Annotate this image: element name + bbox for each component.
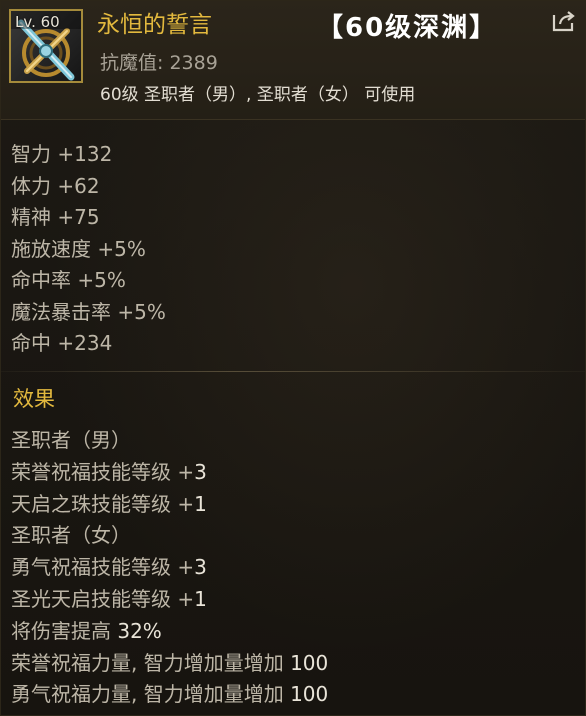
item-header: Lv. 60 永恒的誓言 【60级深渊】 抗魔值: 2389 60级 圣职者（男… bbox=[1, 1, 585, 120]
item-tooltip: Lv. 60 永恒的誓言 【60级深渊】 抗魔值: 2389 60级 圣职者（男… bbox=[0, 0, 586, 716]
effect-row: 圣职者（男） bbox=[11, 425, 328, 457]
item-icon-slot[interactable]: Lv. 60 bbox=[9, 9, 83, 83]
section-divider bbox=[1, 371, 585, 372]
effect-section-title: 效果 bbox=[13, 387, 55, 411]
item-name: 永恒的誓言 bbox=[97, 12, 212, 38]
stat-row: 命中 +234 bbox=[11, 331, 113, 355]
effect-label: 勇气祝福技能等级 + bbox=[11, 555, 195, 580]
effect-row: 勇气祝福力量, 智力增加量增加 100 bbox=[11, 679, 328, 711]
stat-row: 体力 +62 bbox=[11, 173, 100, 198]
effect-row: 天启之珠技能等级 +1 bbox=[11, 489, 328, 521]
effect-label: 圣职者（女） bbox=[11, 523, 131, 548]
resist-value: 抗魔值: 2389 bbox=[100, 52, 218, 74]
effect-row: 将伤害提高 32% bbox=[11, 616, 328, 648]
level-tag: 【60级深渊】 bbox=[317, 13, 498, 43]
stat-row: 精神 +75 bbox=[11, 205, 100, 229]
stat-row: 施放速度 +5% bbox=[11, 236, 146, 261]
effect-label: 荣誉祝福力量, 智力增加量增加 bbox=[11, 650, 291, 675]
effect-row: 荣誉祝福力量, 智力增加量增加 100 bbox=[11, 648, 328, 680]
stat-row: 魔法暴击率 +5% bbox=[11, 299, 166, 324]
effect-label: 圣光天启技能等级 + bbox=[11, 586, 195, 611]
effect-value: 100 bbox=[290, 650, 329, 675]
item-level-label: Lv. 60 bbox=[15, 13, 60, 31]
effect-value: 100 bbox=[290, 682, 329, 707]
effect-list: 圣职者（男） 荣誉祝福技能等级 +3 天启之珠技能等级 +1 圣职者（女） 勇气… bbox=[11, 425, 328, 711]
effect-label: 将伤害提高 bbox=[11, 618, 118, 643]
effect-row: 勇气祝福技能等级 +3 bbox=[11, 552, 328, 584]
effect-row: 圣职者（女） bbox=[11, 520, 328, 552]
share-icon[interactable] bbox=[551, 9, 577, 33]
effect-value: 32% bbox=[117, 618, 162, 643]
effect-label: 天启之珠技能等级 + bbox=[11, 491, 195, 516]
effect-value: 1 bbox=[194, 586, 207, 611]
effect-value: 3 bbox=[194, 459, 207, 484]
effect-value: 3 bbox=[194, 555, 207, 580]
effect-value: 1 bbox=[194, 491, 207, 516]
usable-classes: 60级 圣职者（男）, 圣职者（女） 可使用 bbox=[100, 85, 416, 105]
stat-list: 智力 +132 体力 +62 精神 +75 施放速度 +5% 命中率 +5% 魔… bbox=[11, 139, 166, 360]
effect-label: 荣誉祝福技能等级 + bbox=[11, 459, 195, 484]
effect-row: 圣光天启技能等级 +1 bbox=[11, 584, 328, 616]
effect-label: 圣职者（男） bbox=[11, 428, 131, 452]
effect-label: 勇气祝福力量, 智力增加量增加 bbox=[11, 682, 291, 707]
stat-row: 命中率 +5% bbox=[11, 268, 126, 292]
stat-row: 智力 +132 bbox=[11, 142, 113, 166]
effect-row: 荣誉祝福技能等级 +3 bbox=[11, 457, 328, 489]
